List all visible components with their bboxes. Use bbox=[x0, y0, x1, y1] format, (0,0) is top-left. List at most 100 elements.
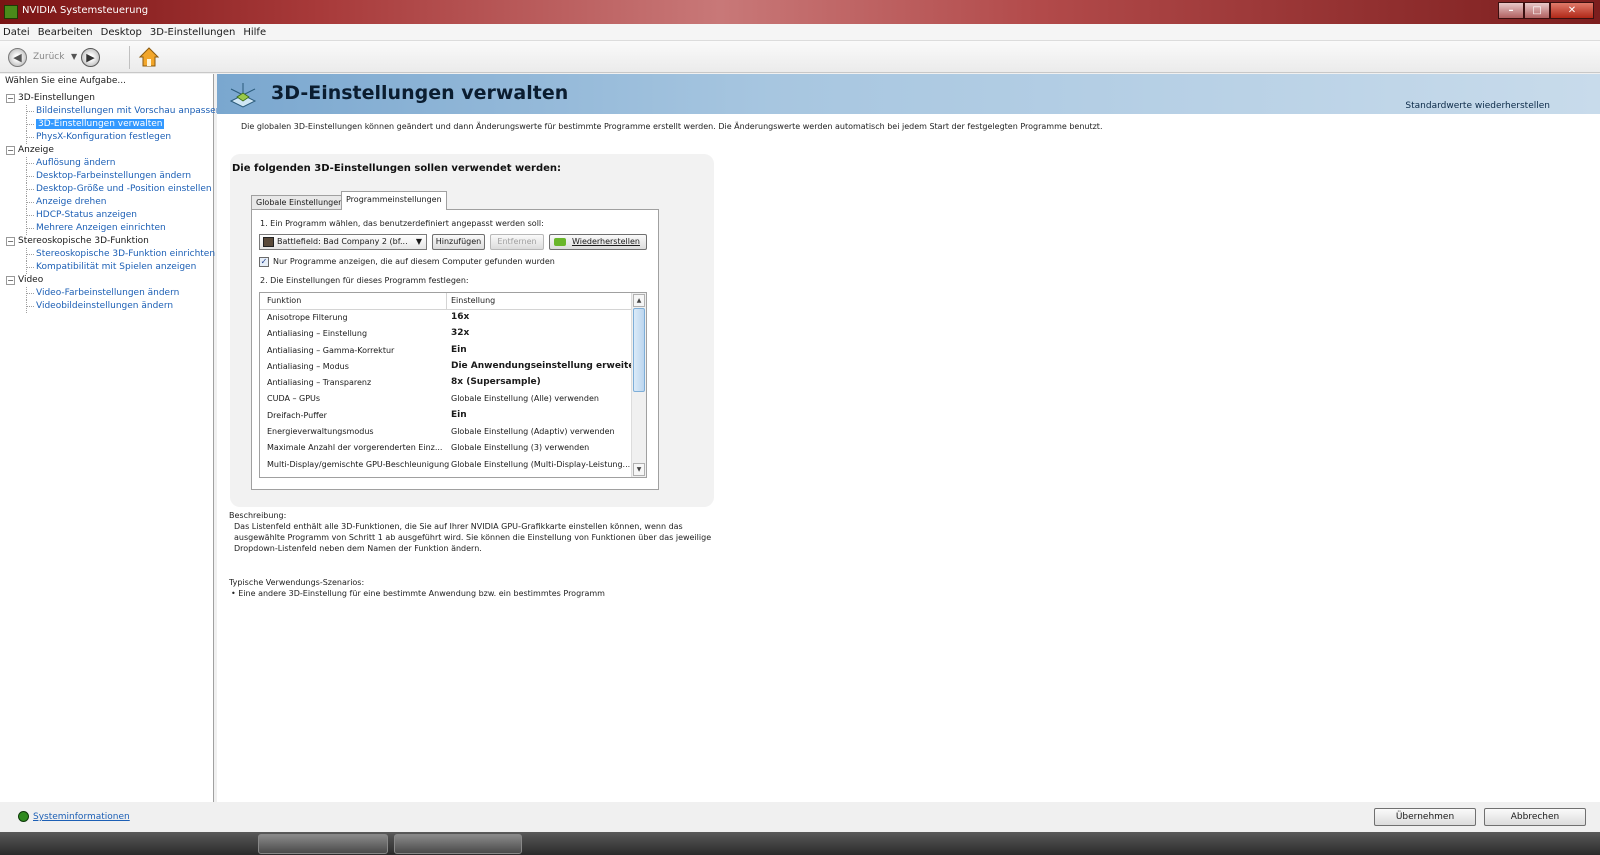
tab-program-settings[interactable]: Programmeinstellungen bbox=[341, 191, 447, 210]
taskbar-button[interactable] bbox=[394, 834, 522, 854]
tree-item-bildeinstellungen[interactable]: Bildeinstellungen mit Vorschau anpassen bbox=[6, 105, 221, 118]
footer-bar: Systeminformationen Übernehmen Abbrechen bbox=[0, 802, 1600, 832]
menu-bearbeiten[interactable]: Bearbeiten bbox=[38, 27, 93, 38]
table-row[interactable]: Multi-Display/gemischte GPU-Beschleunigu… bbox=[260, 457, 631, 473]
arrow-left-icon: ◀ bbox=[13, 51, 22, 64]
system-info-icon[interactable] bbox=[18, 811, 29, 822]
step2-label: 2. Die Einstellungen für dieses Programm… bbox=[260, 276, 469, 285]
tree-item-mehrere-anzeigen[interactable]: Mehrere Anzeigen einrichten bbox=[6, 222, 212, 235]
table-row[interactable]: Antialiasing – Transparenz 8x (Supersampl… bbox=[260, 375, 631, 391]
table-row[interactable]: CUDA – GPUs Globale Einstellung (Alle) ve… bbox=[260, 391, 631, 407]
tree-item-3d-verwalten[interactable]: 3D-Einstellungen verwalten bbox=[6, 118, 212, 131]
restore-defaults-link[interactable]: Standardwerte wiederherstellen bbox=[1405, 101, 1550, 111]
description-line: ausgewählte Programm von Schritt 1 ab au… bbox=[234, 533, 712, 542]
back-button[interactable]: ◀ bbox=[8, 48, 27, 67]
table-scrollbar[interactable]: ▲ ▼ bbox=[631, 293, 646, 477]
title-bar: NVIDIA Systemsteuerung – □ ✕ bbox=[0, 0, 1600, 24]
scenario-item: • Eine andere 3D-Einstellung für eine be… bbox=[231, 589, 605, 598]
apply-button[interactable]: Übernehmen bbox=[1374, 808, 1476, 826]
tree-category-stereo[interactable]: − Stereoskopische 3D-Funktion bbox=[6, 235, 212, 248]
task-sidebar: Wählen Sie eine Aufgabe... −3D-Einstellu… bbox=[0, 74, 221, 802]
tree-item-desktop-farbe[interactable]: Desktop-Farbeinstellungen ändern bbox=[6, 170, 212, 183]
tree-item-kompatibilitaet[interactable]: Kompatibilität mit Spielen anzeigen bbox=[6, 261, 212, 274]
tree-item-anzeige-drehen[interactable]: Anzeige drehen bbox=[6, 196, 212, 209]
close-button[interactable]: ✕ bbox=[1550, 2, 1594, 19]
cancel-button[interactable]: Abbrechen bbox=[1484, 808, 1586, 826]
menu-3d-einstellungen[interactable]: 3D-Einstellungen bbox=[150, 27, 235, 38]
3d-settings-icon bbox=[229, 83, 257, 108]
description-line: Das Listenfeld enthält alle 3D-Funktione… bbox=[234, 522, 683, 531]
tree-item-desktop-groesse[interactable]: Desktop-Größe und -Position einstellen bbox=[6, 183, 212, 196]
panel-title: Die folgenden 3D-Einstellungen sollen ve… bbox=[232, 163, 562, 174]
main-content: 3D-Einstellungen verwalten Standardwerte… bbox=[217, 74, 1600, 802]
tab-global-settings[interactable]: Globale Einstellungen bbox=[251, 195, 349, 210]
description-line: Dropdown-Listenfeld neben dem Namen der … bbox=[234, 544, 482, 553]
page-banner: 3D-Einstellungen verwalten Standardwerte… bbox=[217, 74, 1600, 114]
tree-item-aufloesung[interactable]: Auflösung ändern bbox=[6, 157, 212, 170]
history-dropdown-icon[interactable]: ▼ bbox=[71, 52, 77, 61]
minimize-button[interactable]: – bbox=[1498, 2, 1524, 19]
menu-bar: Datei Bearbeiten Desktop 3D-Einstellunge… bbox=[0, 24, 1600, 41]
show-found-programs-checkbox[interactable]: ✓ bbox=[259, 257, 269, 267]
remove-program-button[interactable]: Entfernen bbox=[490, 234, 544, 250]
task-tree: −3D-Einstellungen Bildeinstellungen mit … bbox=[6, 92, 221, 313]
description-heading: Beschreibung: bbox=[229, 511, 287, 520]
step1-label: 1. Ein Programm wählen, das benutzerdefi… bbox=[260, 219, 544, 228]
settings-table: Funktion Einstellung Anisotrope Filterun… bbox=[259, 292, 647, 478]
table-row[interactable]: Antialiasing – Einstellung 32x bbox=[260, 326, 631, 342]
window-title: NVIDIA Systemsteuerung bbox=[22, 5, 149, 16]
home-icon[interactable] bbox=[138, 46, 160, 68]
arrow-right-icon: ▶ bbox=[86, 51, 95, 64]
nvidia-leaf-icon bbox=[554, 238, 566, 246]
menu-datei[interactable]: Datei bbox=[3, 27, 30, 38]
table-row[interactable]: Energieverwaltungsmodus Globale Einstellu… bbox=[260, 424, 631, 440]
table-rows: Anisotrope Filterung 16x Antialiasing – E… bbox=[260, 310, 645, 473]
page-title: 3D-Einstellungen verwalten bbox=[271, 82, 569, 104]
scenarios-heading: Typische Verwendungs-Szenarios: bbox=[229, 578, 365, 587]
scroll-down-icon[interactable]: ▼ bbox=[633, 463, 645, 476]
program-select[interactable]: Battlefield: Bad Company 2 (bf... ▼ bbox=[259, 234, 427, 250]
restore-program-button[interactable]: Wiederherstellen bbox=[549, 234, 647, 250]
sidebar-heading: Wählen Sie eine Aufgabe... bbox=[0, 74, 213, 89]
collapse-icon[interactable]: − bbox=[6, 237, 15, 246]
back-label[interactable]: Zurück bbox=[33, 52, 64, 62]
tree-item-stereo-einrichten[interactable]: Stereoskopische 3D-Funktion einrichten bbox=[6, 248, 215, 261]
menu-hilfe[interactable]: Hilfe bbox=[243, 27, 266, 38]
collapse-icon[interactable]: − bbox=[6, 276, 15, 285]
nvidia-app-icon bbox=[4, 5, 18, 19]
col-header-funktion[interactable]: Funktion bbox=[267, 296, 301, 305]
scrollbar-thumb[interactable] bbox=[633, 308, 645, 392]
column-divider[interactable] bbox=[446, 293, 447, 310]
tree-item-hdcp[interactable]: HDCP-Status anzeigen bbox=[6, 209, 212, 222]
maximize-button[interactable]: □ bbox=[1524, 2, 1550, 19]
chevron-down-icon: ▼ bbox=[415, 237, 422, 246]
table-row[interactable]: Dreifach-Puffer Ein bbox=[260, 408, 631, 424]
tree-item-physx[interactable]: PhysX-Konfiguration festlegen bbox=[6, 131, 212, 144]
scroll-up-icon[interactable]: ▲ bbox=[633, 294, 645, 307]
tree-category-video[interactable]: − Video bbox=[6, 274, 212, 287]
system-info-link[interactable]: Systeminformationen bbox=[33, 812, 130, 822]
tree-category-anzeige[interactable]: − Anzeige bbox=[6, 144, 212, 157]
intro-text: Die globalen 3D-Einstellungen können geä… bbox=[241, 122, 1103, 131]
toolbar-separator bbox=[129, 46, 130, 69]
checkbox-label[interactable]: Nur Programme anzeigen, die auf diesem C… bbox=[273, 257, 555, 266]
tree-item-video-farbe[interactable]: Video-Farbeinstellungen ändern bbox=[6, 287, 212, 300]
game-icon bbox=[263, 237, 274, 247]
table-row[interactable]: Anisotrope Filterung 16x bbox=[260, 310, 631, 326]
table-header: Funktion Einstellung bbox=[260, 293, 631, 310]
taskbar-button[interactable] bbox=[258, 834, 388, 854]
table-row[interactable]: Maximale Anzahl der vorgerenderten Einz.… bbox=[260, 440, 631, 456]
tree-category-3d[interactable]: −3D-Einstellungen bbox=[6, 92, 212, 105]
col-header-einstellung[interactable]: Einstellung bbox=[451, 296, 495, 305]
forward-button[interactable]: ▶ bbox=[81, 48, 100, 67]
table-row[interactable]: Antialiasing – Gamma-Korrektur Ein bbox=[260, 343, 631, 359]
collapse-icon[interactable]: − bbox=[6, 146, 15, 155]
add-program-button[interactable]: Hinzufügen bbox=[432, 234, 485, 250]
collapse-icon[interactable]: − bbox=[6, 94, 15, 103]
toolbar: ◀ Zurück ▼ ▶ bbox=[0, 41, 1600, 73]
menu-desktop[interactable]: Desktop bbox=[101, 27, 142, 38]
tree-item-videobild[interactable]: Videobildeinstellungen ändern bbox=[6, 300, 212, 313]
os-taskbar bbox=[0, 832, 1600, 855]
window-controls: – □ ✕ bbox=[1498, 2, 1594, 19]
table-row[interactable]: Antialiasing – Modus Die Anwendungseinste… bbox=[260, 359, 645, 375]
